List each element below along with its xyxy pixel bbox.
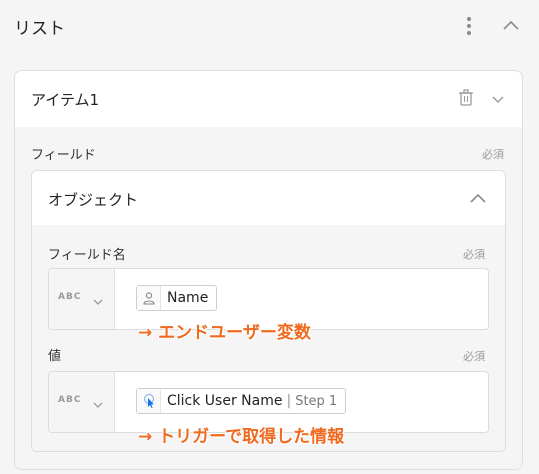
type-label: ABC <box>58 395 82 405</box>
person-icon <box>137 286 161 310</box>
trash-icon[interactable] <box>457 88 475 108</box>
list-header: リスト <box>0 0 539 52</box>
item-card: アイテム1 フィールド 必須 オブジェクト フィールド名 必須 ABC Name… <box>14 70 523 470</box>
object-card: オブジェクト フィールド名 必須 ABC Name 値 必須 ABC Click… <box>31 170 506 452</box>
chevron-up-icon[interactable] <box>468 189 488 209</box>
click-cursor-icon <box>137 389 161 413</box>
chip-text: Name <box>167 290 209 306</box>
type-selector[interactable]: ABC <box>49 372 115 432</box>
list-title: リスト <box>14 19 65 39</box>
required-badge: 必須 <box>482 148 504 161</box>
variable-chip[interactable]: Name <box>136 285 218 311</box>
chevron-up-icon[interactable] <box>500 14 522 36</box>
field-name-label: フィールド名 <box>48 248 126 263</box>
value-label: 値 <box>48 349 62 364</box>
annotation-end-user-variable: → エンドユーザー変数 <box>138 323 311 343</box>
object-title: オブジェクト <box>48 191 139 209</box>
required-badge: 必須 <box>463 350 485 363</box>
annotation-trigger-info: → トリガーで取得した情報 <box>138 427 345 447</box>
item-title: アイテム1 <box>31 91 100 109</box>
chip-separator: | <box>286 393 292 409</box>
field-label: フィールド <box>31 148 96 163</box>
item-body: フィールド 必須 オブジェクト フィールド名 必須 ABC Name 値 必須 … <box>15 127 522 469</box>
chip-step: Step 1 <box>295 393 338 409</box>
chevron-down-icon[interactable] <box>490 91 506 107</box>
chevron-down-icon <box>92 293 104 305</box>
type-selector[interactable]: ABC <box>49 269 115 329</box>
required-badge: 必須 <box>463 248 485 261</box>
object-header[interactable]: オブジェクト <box>32 171 505 225</box>
item-header[interactable]: アイテム1 <box>15 71 522 127</box>
type-label: ABC <box>58 292 82 302</box>
variable-chip[interactable]: Click User Name | Step 1 <box>136 388 347 414</box>
kebab-vertical-icon[interactable] <box>462 14 476 38</box>
chevron-down-icon <box>92 396 104 408</box>
chip-text: Click User Name <box>167 393 283 409</box>
